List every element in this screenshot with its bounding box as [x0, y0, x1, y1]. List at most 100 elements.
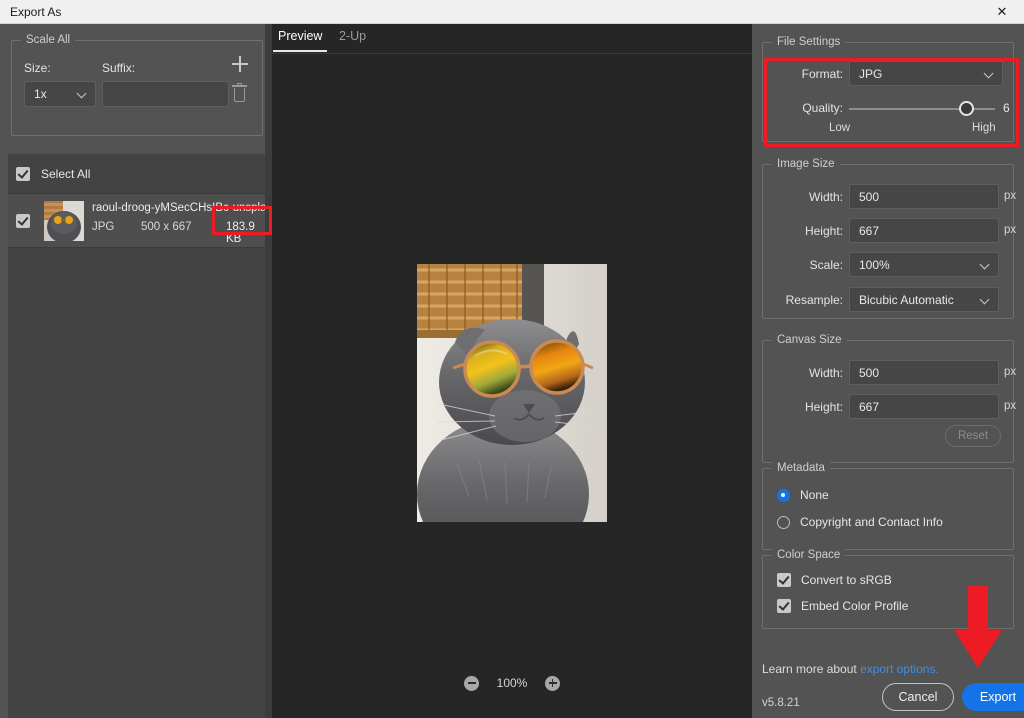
radio-icon[interactable]: [777, 488, 790, 502]
panel-divider-left: [265, 24, 272, 718]
export-label: Export: [979, 690, 1017, 704]
metadata-option-none[interactable]: None: [777, 488, 829, 502]
image-size-group: Image Size Width: 500 px Height: 667 px …: [762, 158, 1017, 319]
learn-more-prefix: Learn more about: [762, 662, 861, 676]
title-bar: Export As ✕: [0, 0, 1024, 24]
color-space-group: Color Space Convert to sRGB Embed Color …: [762, 549, 1014, 629]
quality-value: 6: [1003, 101, 1010, 115]
tab-preview[interactable]: Preview: [272, 29, 328, 52]
canvas-height-input[interactable]: 667: [849, 394, 999, 419]
scale-size-select[interactable]: 1x: [24, 81, 96, 107]
scale-all-group: Scale All Size: Suffix: 1x: [11, 34, 263, 136]
image-height-unit: px: [1004, 224, 1017, 236]
metadata-none-label: None: [800, 488, 829, 502]
format-select[interactable]: JPG: [849, 61, 1003, 86]
resample-select[interactable]: Bicubic Automatic: [849, 287, 999, 312]
scale-all-legend: Scale All: [21, 34, 76, 46]
image-scale-label: Scale:: [809, 258, 843, 272]
radio-icon[interactable]: [777, 515, 790, 529]
quality-high-label: High: [972, 122, 996, 134]
zoom-in-icon[interactable]: [545, 675, 560, 691]
canvas-width-label: Width:: [808, 366, 843, 380]
file-checkbox[interactable]: [16, 214, 30, 228]
color-space-option-profile[interactable]: Embed Color Profile: [777, 599, 908, 613]
zoom-out-icon[interactable]: [464, 675, 479, 691]
close-icon[interactable]: ✕: [980, 0, 1024, 23]
suffix-input[interactable]: [102, 81, 229, 107]
select-all-checkbox[interactable]: [16, 166, 30, 181]
embed-profile-label: Embed Color Profile: [801, 599, 909, 613]
settings-panel: File Settings Format: JPG Quality: 6 Low…: [752, 24, 1024, 718]
format-label: Format:: [801, 67, 843, 81]
export-as-dialog: Export As ✕ Scale All Size: Suffix: 1x S…: [0, 0, 1024, 718]
select-all-row[interactable]: Select All: [8, 154, 266, 194]
image-size-legend: Image Size: [772, 158, 840, 170]
image-height-value: 667: [859, 223, 880, 238]
window-title: Export As: [10, 5, 62, 19]
trash-icon[interactable]: [232, 82, 247, 103]
file-settings-group: File Settings Format: JPG Quality: 6 Low…: [762, 36, 1014, 142]
zoom-controls: 100%: [272, 670, 752, 696]
chevron-down-icon: [985, 72, 993, 80]
quality-slider-knob[interactable]: [959, 101, 974, 116]
resample-value: Bicubic Automatic: [859, 292, 954, 307]
preview-canvas[interactable]: 100%: [272, 54, 752, 704]
format-value: JPG: [859, 66, 883, 81]
color-space-option-srgb[interactable]: Convert to sRGB: [777, 573, 892, 587]
preview-panel: Preview 2-Up 100%: [272, 24, 752, 718]
file-thumbnail: [44, 201, 84, 241]
canvas-width-value: 500: [859, 365, 880, 380]
scale-size-value: 1x: [34, 87, 47, 101]
export-button[interactable]: Export: [962, 683, 1024, 711]
image-scale-select[interactable]: 100%: [849, 252, 999, 277]
image-width-value: 500: [859, 189, 880, 204]
image-width-label: Width:: [808, 190, 843, 204]
chevron-down-icon: [981, 263, 989, 271]
image-width-unit: px: [1004, 190, 1017, 202]
preview-image: [417, 264, 607, 522]
metadata-legend: Metadata: [772, 462, 830, 474]
metadata-option-copyright[interactable]: Copyright and Contact Info: [777, 515, 943, 529]
cancel-button[interactable]: Cancel: [882, 683, 954, 711]
file-checkbox-wrap: [16, 214, 30, 228]
add-scale-icon[interactable]: [232, 56, 248, 72]
list-item[interactable]: raoul-droog-yMSecCHsIBc-unsplash JPG 500…: [8, 194, 279, 248]
zoom-level: 100%: [496, 676, 528, 690]
chevron-down-icon: [981, 298, 989, 306]
metadata-group: Metadata None Copyright and Contact Info: [762, 462, 1014, 550]
canvas-height-unit: px: [1004, 400, 1017, 412]
file-list: Select All raoul-droog-yMSecCHsIBc-unspl…: [8, 154, 279, 718]
canvas-size-legend: Canvas Size: [772, 334, 847, 346]
canvas-width-input[interactable]: 500: [849, 360, 999, 385]
file-format: JPG: [92, 221, 115, 233]
canvas-height-value: 667: [859, 399, 880, 414]
metadata-copyright-label: Copyright and Contact Info: [800, 515, 943, 529]
select-all-label: Select All: [41, 166, 91, 181]
learn-more-text: Learn more about export options.: [762, 662, 939, 676]
preview-tabs: Preview 2-Up: [272, 24, 752, 54]
reset-button[interactable]: Reset: [945, 425, 1001, 447]
chevron-down-icon: [78, 92, 86, 100]
resample-label: Resample:: [785, 293, 843, 307]
file-size: 183.9 KB: [226, 221, 255, 245]
color-space-legend: Color Space: [772, 549, 846, 561]
image-width-input[interactable]: 500: [849, 184, 999, 209]
image-scale-value: 100%: [859, 257, 890, 272]
image-height-label: Height:: [804, 224, 843, 238]
cancel-label: Cancel: [898, 690, 938, 704]
version-label: v5.8.21: [762, 697, 800, 709]
size-label: Size:: [24, 61, 51, 75]
file-settings-legend: File Settings: [772, 36, 846, 48]
convert-srgb-checkbox[interactable]: [777, 573, 791, 587]
export-options-link[interactable]: export options.: [860, 662, 939, 676]
reset-label: Reset: [957, 430, 989, 442]
quality-label: Quality:: [802, 101, 843, 115]
quality-low-label: Low: [829, 122, 851, 134]
embed-profile-checkbox[interactable]: [777, 599, 791, 613]
tab-2up[interactable]: 2-Up: [339, 29, 366, 43]
image-height-input[interactable]: 667: [849, 218, 999, 243]
suffix-label: Suffix:: [102, 61, 136, 75]
canvas-width-unit: px: [1004, 366, 1017, 378]
left-panel: Scale All Size: Suffix: 1x Select All ra…: [0, 24, 279, 718]
file-dimensions: 500 x 667: [141, 221, 192, 233]
